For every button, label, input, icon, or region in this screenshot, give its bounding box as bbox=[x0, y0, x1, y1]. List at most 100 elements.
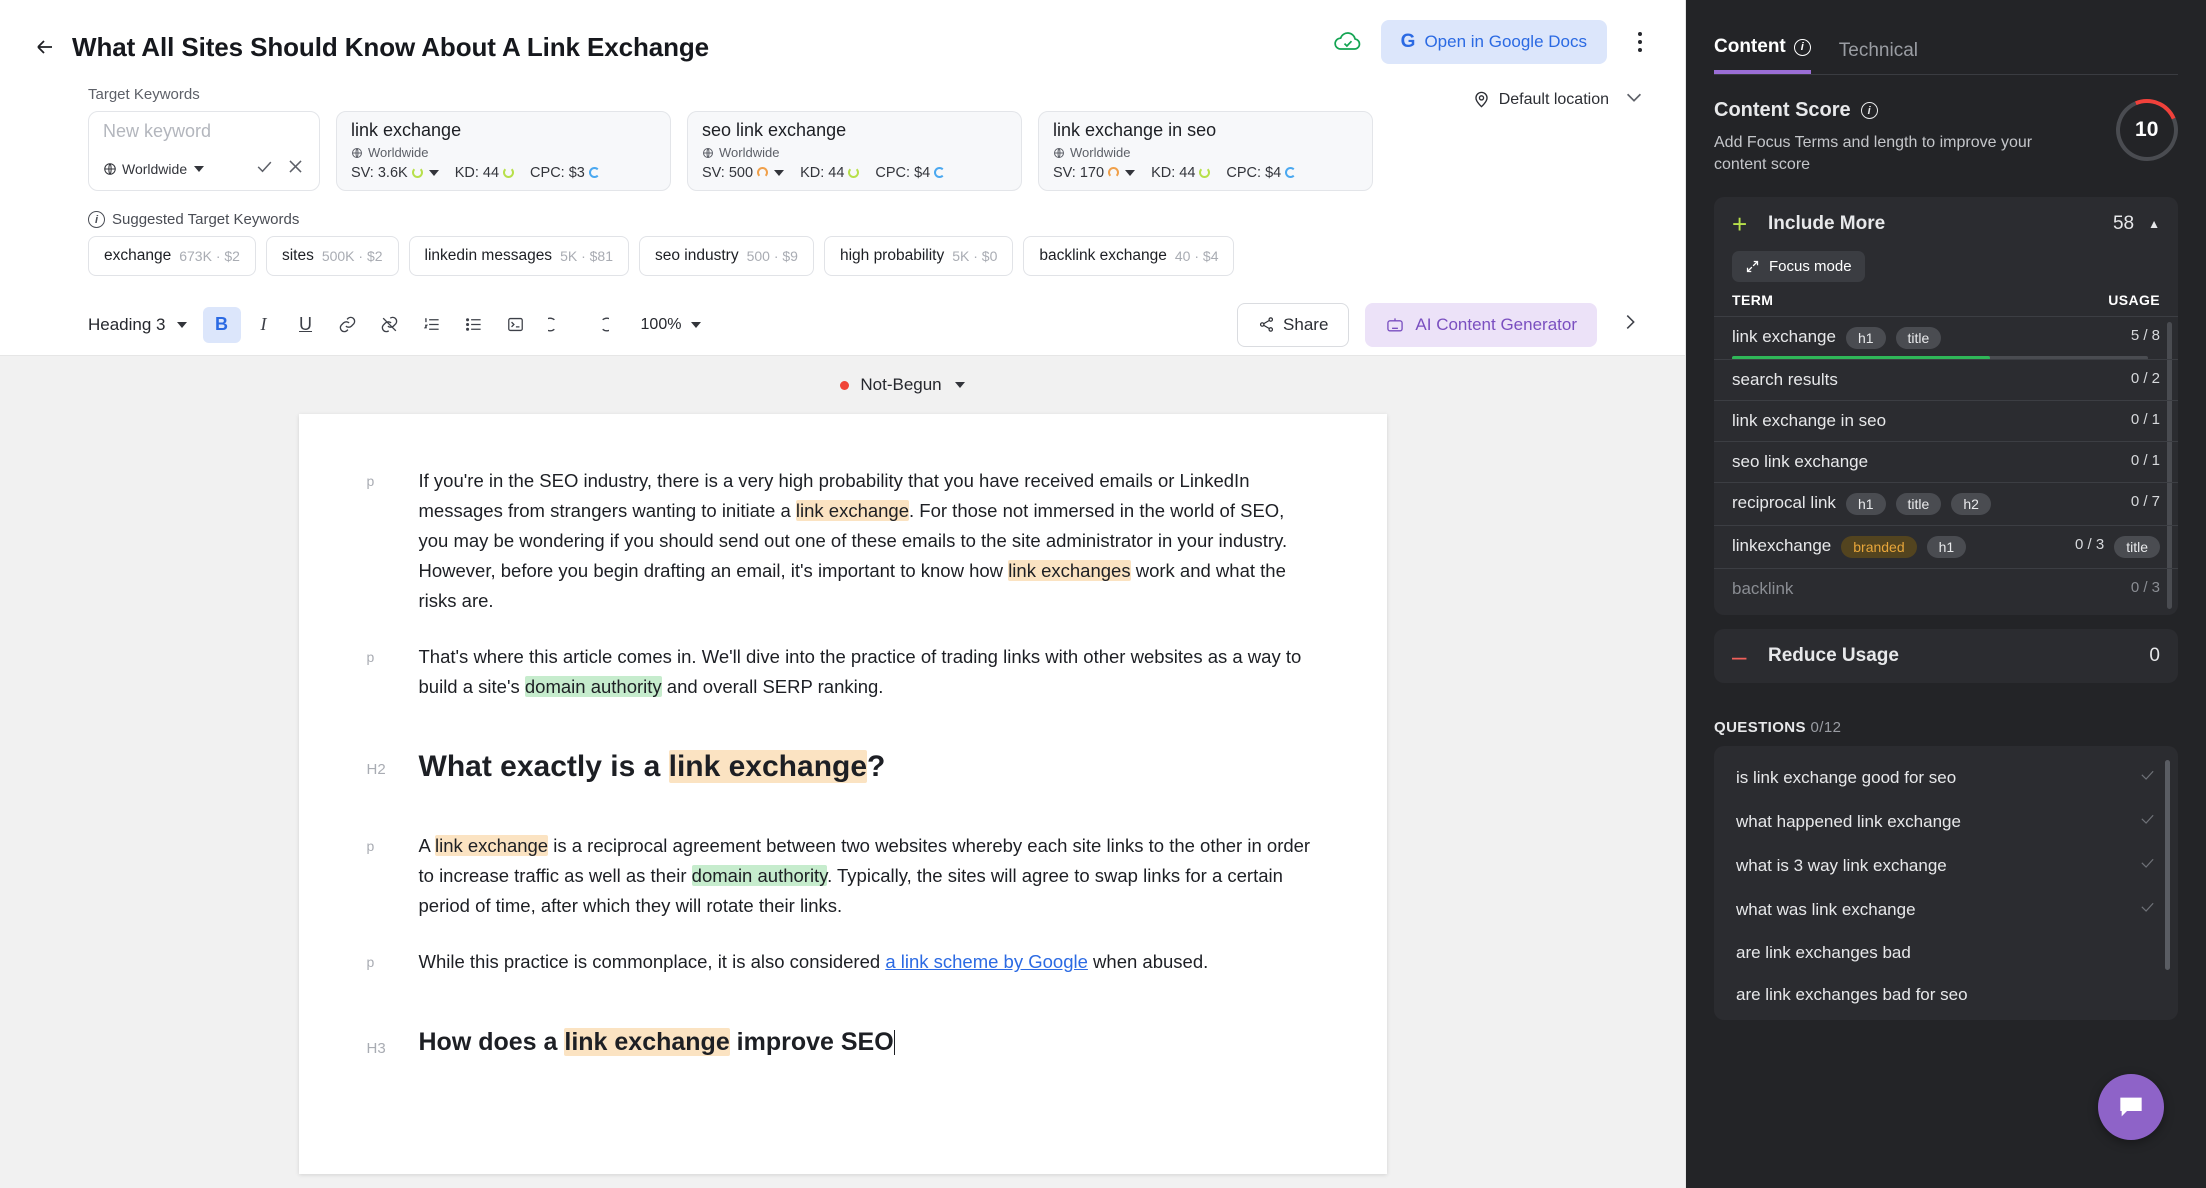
block-heading[interactable]: What exactly is a link exchange? bbox=[419, 748, 1319, 786]
doc-block: p If you're in the SEO industry, there i… bbox=[367, 466, 1319, 616]
tab-content[interactable]: Content i bbox=[1714, 36, 1811, 74]
question-item[interactable]: what is 3 way link exchange bbox=[1714, 844, 2178, 888]
block-text[interactable]: That's where this article comes in. We'l… bbox=[419, 642, 1319, 702]
underline-icon[interactable]: U bbox=[287, 307, 325, 343]
block-heading[interactable]: How does a link exchange improve SEO bbox=[419, 1027, 1319, 1058]
suggested-chip[interactable]: backlink exchange 40 · $4 bbox=[1023, 236, 1234, 276]
check-icon[interactable] bbox=[2139, 811, 2156, 833]
share-button[interactable]: Share bbox=[1237, 303, 1349, 347]
tab-technical[interactable]: Technical bbox=[1839, 40, 1918, 74]
unlink-icon[interactable] bbox=[371, 307, 409, 343]
open-in-google-docs-button[interactable]: G Open in Google Docs bbox=[1381, 20, 1607, 64]
term-row[interactable]: link exchange in seo 0 / 1 bbox=[1714, 400, 2178, 441]
italic-icon[interactable]: I bbox=[245, 307, 283, 343]
question-text: are link exchanges bad bbox=[1736, 943, 1911, 963]
close-icon[interactable] bbox=[286, 157, 305, 181]
bullet-list-icon[interactable] bbox=[455, 307, 493, 343]
caret-down-icon[interactable] bbox=[1125, 170, 1135, 176]
check-icon[interactable] bbox=[255, 157, 274, 181]
doc-block: p That's where this article comes in. We… bbox=[367, 642, 1319, 702]
redo-icon[interactable] bbox=[581, 307, 619, 343]
new-keyword-input[interactable]: New keyword bbox=[103, 121, 305, 142]
share-label: Share bbox=[1283, 315, 1328, 335]
link-icon[interactable] bbox=[329, 307, 367, 343]
new-keyword-geo-label: Worldwide bbox=[122, 161, 187, 177]
metric-sv[interactable]: SV: 500 bbox=[702, 165, 784, 181]
keyword-card[interactable]: link exchange in seo Worldwide SV: 170 K… bbox=[1038, 111, 1373, 191]
term-row[interactable]: backlink 0 / 3 bbox=[1714, 568, 2178, 609]
suggested-chip[interactable]: sites 500K · $2 bbox=[266, 236, 399, 276]
caret-up-icon[interactable]: ▲ bbox=[2148, 217, 2160, 231]
check-icon[interactable] bbox=[2139, 855, 2156, 877]
reduce-usage-header[interactable]: – Reduce Usage 0 bbox=[1714, 629, 2178, 683]
metric-sv[interactable]: SV: 170 bbox=[1053, 165, 1135, 181]
text-style-value: Heading 3 bbox=[88, 315, 166, 335]
caret-down-icon[interactable] bbox=[429, 170, 439, 176]
cpc-gauge-icon bbox=[1285, 167, 1296, 178]
suggested-chip[interactable]: seo industry 500 · $9 bbox=[639, 236, 814, 276]
block-tag: H3 bbox=[367, 1027, 419, 1058]
suggested-chip[interactable]: exchange 673K · $2 bbox=[88, 236, 256, 276]
block-text[interactable]: While this practice is commonplace, it i… bbox=[419, 947, 1319, 977]
suggested-chip-name: seo industry bbox=[655, 247, 739, 265]
code-block-icon[interactable] bbox=[497, 307, 535, 343]
term-row[interactable]: search results 0 / 2 bbox=[1714, 359, 2178, 400]
question-item[interactable]: are link exchanges bad for seo bbox=[1714, 974, 2178, 1016]
metric-sv[interactable]: SV: 3.6K bbox=[351, 165, 439, 181]
questions-scrollbar[interactable] bbox=[2165, 760, 2170, 970]
kd-gauge-icon bbox=[1199, 167, 1210, 178]
check-icon[interactable] bbox=[2139, 899, 2156, 921]
keyword-metrics: SV: 500 KD: 44 CPC: $4 bbox=[702, 165, 1007, 181]
suggested-chip-meta: 40 · $4 bbox=[1175, 248, 1219, 264]
question-item[interactable]: what was link exchange bbox=[1714, 888, 2178, 932]
globe-icon bbox=[1053, 147, 1065, 159]
keyword-card[interactable]: link exchange Worldwide SV: 3.6K KD: 44 … bbox=[336, 111, 671, 191]
new-keyword-card[interactable]: New keyword Worldwide bbox=[88, 111, 320, 191]
ordered-list-icon[interactable] bbox=[413, 307, 451, 343]
block-text[interactable]: If you're in the SEO industry, there is … bbox=[419, 466, 1319, 616]
chevron-right-icon[interactable] bbox=[1613, 311, 1647, 339]
info-icon[interactable]: i bbox=[88, 211, 105, 228]
focus-mode-button[interactable]: Focus mode bbox=[1732, 251, 1865, 282]
suggested-chip-meta: 5K · $81 bbox=[560, 248, 613, 264]
info-icon[interactable]: i bbox=[1861, 102, 1878, 119]
check-icon[interactable] bbox=[2139, 767, 2156, 789]
include-more-header[interactable]: + Include More 58 ▲ bbox=[1714, 197, 2178, 251]
term-row[interactable]: seo link exchange 0 / 1 bbox=[1714, 441, 2178, 482]
back-arrow-icon[interactable] bbox=[28, 30, 62, 64]
zoom-select[interactable]: 100% bbox=[641, 316, 702, 334]
question-item[interactable]: what happened link exchange bbox=[1714, 800, 2178, 844]
ai-robot-icon bbox=[1385, 315, 1405, 335]
chat-bubble-icon[interactable] bbox=[2098, 1074, 2164, 1140]
questions-card: is link exchange good for seo what happe… bbox=[1714, 746, 2178, 1020]
keyword-name: seo link exchange bbox=[702, 121, 1007, 141]
caret-down-icon[interactable] bbox=[774, 170, 784, 176]
term-row[interactable]: reciprocal link h1 title h2 0 / 7 bbox=[1714, 482, 2178, 525]
undo-icon[interactable] bbox=[539, 307, 577, 343]
info-icon[interactable]: i bbox=[1794, 39, 1811, 56]
term-usage: 5 / 8 bbox=[2121, 327, 2160, 344]
question-item[interactable]: is link exchange good for seo bbox=[1714, 756, 2178, 800]
keyword-card[interactable]: seo link exchange Worldwide SV: 500 KD: … bbox=[687, 111, 1022, 191]
term-row[interactable]: linkexchange branded h1 0 / 3 title bbox=[1714, 525, 2178, 568]
keyword-geo: Worldwide bbox=[1053, 145, 1358, 160]
keyword-metrics: SV: 170 KD: 44 CPC: $4 bbox=[1053, 165, 1358, 181]
location-selector[interactable]: Default location bbox=[1472, 86, 1645, 113]
document-page[interactable]: p If you're in the SEO industry, there i… bbox=[299, 414, 1387, 1174]
open-in-google-docs-label: Open in Google Docs bbox=[1424, 32, 1587, 52]
chevron-down-icon[interactable] bbox=[1623, 86, 1645, 113]
term-table-header: TERM USAGE bbox=[1714, 288, 2178, 316]
status-badge[interactable]: Not-Begun bbox=[840, 375, 964, 395]
text-style-select[interactable]: Heading 3 bbox=[88, 315, 187, 335]
term-row[interactable]: link exchange h1 title 5 / 8 bbox=[1714, 316, 2178, 359]
suggested-chip[interactable]: linkedin messages 5K · $81 bbox=[409, 236, 629, 276]
keyword-geo-label: Worldwide bbox=[368, 145, 428, 160]
bold-icon[interactable]: B bbox=[203, 307, 241, 343]
kebab-menu-icon[interactable] bbox=[1625, 24, 1655, 60]
block-text[interactable]: A link exchange is a reciprocal agreemen… bbox=[419, 831, 1319, 921]
new-keyword-geo-select[interactable]: Worldwide bbox=[103, 161, 204, 177]
suggested-chip[interactable]: high probability 5K · $0 bbox=[824, 236, 1013, 276]
ai-content-generator-button[interactable]: AI Content Generator bbox=[1365, 303, 1597, 347]
question-item[interactable]: are link exchanges bad bbox=[1714, 932, 2178, 974]
tab-technical-label: Technical bbox=[1839, 40, 1918, 62]
